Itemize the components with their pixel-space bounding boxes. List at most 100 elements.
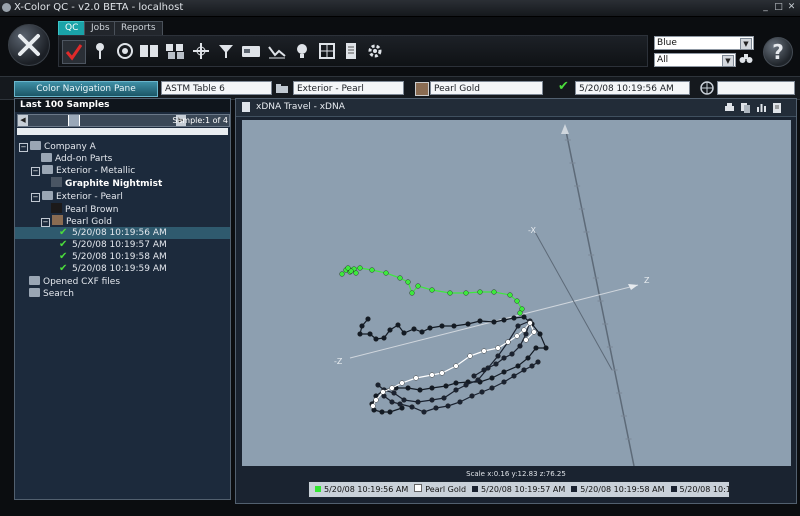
document-icon <box>346 43 356 59</box>
nav-pane-label: Color Navigation Pane <box>36 84 136 94</box>
find-button[interactable] <box>739 52 753 67</box>
legend-label: 5/20/08 10:19:59 AM <box>679 485 730 494</box>
tree-item-cxf[interactable]: Opened CXF files <box>29 276 120 288</box>
series-dark-1-point <box>489 375 495 381</box>
print-icon[interactable] <box>724 102 735 113</box>
series-pearl-gold-point <box>495 345 501 351</box>
tree-label: Exterior - Pearl <box>56 192 123 202</box>
series-dark-1-point <box>387 327 393 333</box>
tab-reports[interactable]: Reports <box>114 21 163 35</box>
tab-jobs[interactable]: Jobs <box>84 21 117 35</box>
tree-item-pearl-gold[interactable]: − Pearl Gold <box>41 215 112 227</box>
series-dark-1-point <box>381 335 387 341</box>
xdna-view-panel: xDNA Travel - xDNA Z -Z -X Scale x:0.16 y:… <box>235 98 797 504</box>
globe-icon[interactable] <box>700 81 714 95</box>
export-icon[interactable] <box>772 102 783 113</box>
maximize-icon[interactable]: □ <box>773 2 784 12</box>
series-dark-1-point <box>395 322 401 328</box>
series-pearl-gold-point <box>439 370 445 376</box>
extra-field[interactable] <box>717 81 795 95</box>
sample-scroller[interactable]: ◀ ▶ Sample:1 of 4 <box>17 114 230 127</box>
series-dark-3-point <box>501 379 507 385</box>
tab-qc[interactable]: QC <box>58 21 86 35</box>
legend-label: 5/20/08 10:19:58 AM <box>580 485 665 494</box>
series-green-point <box>491 289 497 295</box>
tree-item-addon[interactable]: Add-on Parts <box>41 153 112 165</box>
tree-item-search[interactable]: Search <box>29 288 74 300</box>
scroll-thumb[interactable] <box>68 115 80 126</box>
title-bar: X-Color QC - v2.0 BETA - localhost _ □ ✕ <box>0 0 800 17</box>
tree-item-metallic[interactable]: − Exterior - Metallic <box>31 165 135 177</box>
tree-item-company[interactable]: − Company A <box>19 141 96 153</box>
search-bar[interactable] <box>17 128 228 135</box>
tree-item-sample-1[interactable]: ✔ 5/20/08 10:19:56 AM <box>15 227 230 239</box>
help-button[interactable]: ? <box>763 37 793 67</box>
color-navigation-pane-button[interactable]: Color Navigation Pane <box>14 81 158 97</box>
timestamp-field[interactable]: 5/20/08 10:19:56 AM <box>575 81 690 95</box>
panels-tool[interactable] <box>138 40 160 62</box>
xdna-plot[interactable]: Z -Z -X <box>242 120 791 467</box>
collapse-icon[interactable]: − <box>31 193 40 202</box>
series-pearl-gold-point <box>531 329 537 335</box>
tree-item-pearl-brown[interactable]: Pearl Brown <box>51 203 118 215</box>
series-dark-1-point <box>537 331 543 337</box>
trend-tool[interactable] <box>266 40 288 62</box>
series-pearl-gold-point <box>389 385 395 391</box>
app-logo <box>8 24 50 66</box>
series-pearl-gold-point <box>429 372 435 378</box>
color-select[interactable]: Blue ▼ <box>654 36 754 50</box>
folder-icon <box>29 276 40 285</box>
collapse-icon[interactable]: − <box>41 218 50 227</box>
probe-tool[interactable] <box>89 40 111 62</box>
check-icon: ✔ <box>59 227 68 238</box>
search-folder-icon <box>29 288 40 297</box>
series-dark-2-point <box>375 382 381 388</box>
color-field[interactable]: Pearl Gold <box>430 81 543 95</box>
series-dark-3-point <box>535 359 541 365</box>
tree-item-sample-4[interactable]: ✔ 5/20/08 10:19:59 AM <box>59 263 167 275</box>
tree-item-pearl[interactable]: − Exterior - Pearl <box>31 191 123 203</box>
minimize-icon[interactable]: _ <box>760 2 771 12</box>
copy-icon[interactable] <box>740 102 751 113</box>
tree-item-sample-2[interactable]: ✔ 5/20/08 10:19:57 AM <box>59 239 167 251</box>
crosshair-tool[interactable] <box>190 40 212 62</box>
standard-field[interactable]: ASTM Table 6 <box>161 81 272 95</box>
document-tool[interactable] <box>340 40 362 62</box>
card-icon <box>242 46 260 57</box>
series-dark-3-point <box>511 373 517 379</box>
compare-tool[interactable] <box>164 40 186 62</box>
card-tool[interactable] <box>240 40 262 62</box>
series-green-point <box>477 289 483 295</box>
series-dark-2-point <box>493 361 499 367</box>
target-tool[interactable] <box>114 40 136 62</box>
collapse-icon[interactable]: − <box>31 167 40 176</box>
tree-label: Search <box>43 289 74 299</box>
series-pearl-gold-point <box>521 327 527 333</box>
sample-position: Sample:1 of 4 <box>172 116 228 125</box>
series-dark-1-point <box>501 369 507 375</box>
tree-item-graphite[interactable]: Graphite Nightmist <box>51 177 162 189</box>
close-icon[interactable]: ✕ <box>786 2 797 12</box>
light-tool[interactable] <box>291 40 313 62</box>
filter-select[interactable]: All ▼ <box>654 53 736 67</box>
settings-tool[interactable] <box>364 40 386 62</box>
legend-item: 5/20/08 10:19:56 AM <box>315 482 408 497</box>
x-axis-neg-label: -X <box>528 226 536 235</box>
color-swatch <box>415 82 429 96</box>
series-dark-3-point <box>479 389 485 395</box>
filter-tool[interactable] <box>215 40 237 62</box>
series-dark-3-point <box>521 367 527 373</box>
series-green-point <box>357 265 363 271</box>
project-field[interactable]: Exterior - Pearl <box>293 81 404 95</box>
chart-icon[interactable] <box>756 102 767 113</box>
series-dark-1-point <box>501 317 507 323</box>
check-icon: ✔ <box>59 239 68 250</box>
grid-report-tool[interactable] <box>316 40 338 62</box>
series-dark-1-point <box>419 329 425 335</box>
series-dark-2-point <box>509 351 515 357</box>
qc-check-tool[interactable] <box>62 40 86 64</box>
scroll-left-icon[interactable]: ◀ <box>18 115 28 126</box>
tree-item-sample-3[interactable]: ✔ 5/20/08 10:19:58 AM <box>59 251 167 263</box>
series-dark-1-point <box>491 319 497 325</box>
collapse-icon[interactable]: − <box>19 143 28 152</box>
